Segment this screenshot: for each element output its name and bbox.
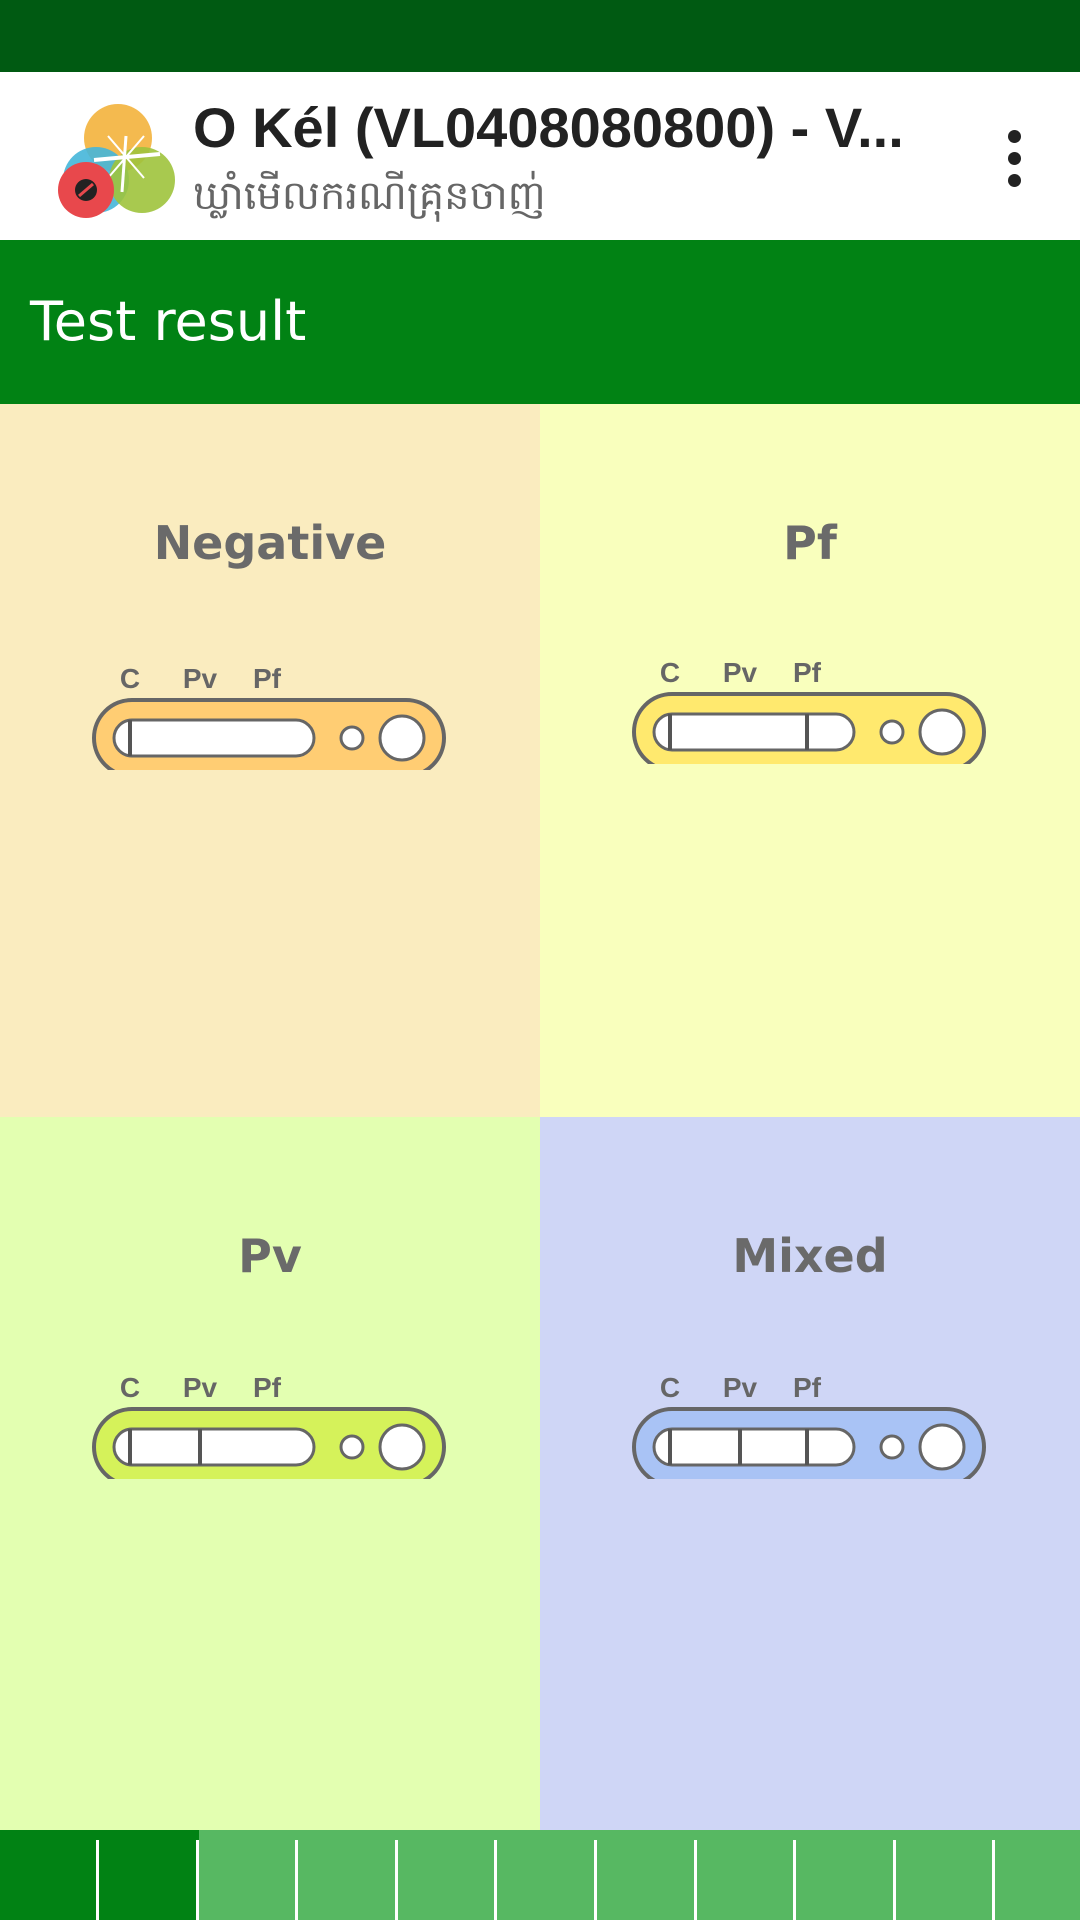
result-option-mixed[interactable]: Mixed C Pv Pf [540,1117,1080,1830]
buffer-well [339,1434,365,1460]
strip-label-pv: Pv [183,1372,218,1403]
strip-label-pv: Pv [183,663,218,694]
progress-step-divider [395,1840,398,1920]
progress-step-divider [494,1840,497,1920]
result-window [652,1427,856,1467]
result-window [112,718,316,758]
more-vertical-icon-dot [1007,173,1021,187]
sample-well [378,1423,426,1471]
strip-label-c: C [120,1372,140,1403]
test-cassette-icon: C Pv Pf [92,1372,446,1479]
result-window [652,712,856,752]
result-option-label: Pv [238,1229,302,1283]
sample-well [378,714,426,762]
more-vertical-icon [1007,129,1021,143]
test-result-grid: Negative C Pv Pf Pf C Pv Pf Pv C Pv Pf Mixed C Pv Pf [0,404,1080,1830]
strip-label-c: C [120,663,140,694]
progress-step-divider [992,1840,995,1920]
app-title: O Kél (VL0408080800) - V... [193,96,904,159]
buffer-well [879,719,905,745]
result-option-label: Negative [153,516,387,570]
progress-step-divider [694,1840,697,1920]
strip-label-c: C [660,657,680,688]
progress-step-divider [196,1840,199,1920]
strip-label-pv: Pv [723,1372,758,1403]
strip-label-pv: Pv [723,657,758,688]
progress-completed [0,1830,199,1920]
result-window [112,1427,316,1467]
progress-step-divider [295,1840,298,1920]
section-title: Test result [30,290,307,353]
strip-label-c: C [660,1372,680,1403]
result-option-label: Mixed [732,1229,888,1283]
progress-step-divider [96,1840,99,1920]
result-option-label: Pf [783,516,837,570]
sample-well [918,1423,966,1471]
buffer-well [339,725,365,751]
malaria-app-logo-icon [58,104,175,218]
progress-step-divider [594,1840,597,1920]
strip-label-pf: Pf [253,663,282,694]
more-options-button[interactable] [984,118,1044,198]
test-cassette-icon: C Pv Pf [632,1372,986,1479]
section-header: Test result [0,240,1080,404]
progress-step-divider [793,1840,796,1920]
test-cassette-icon: C Pv Pf [92,663,446,770]
result-option-pf[interactable]: Pf C Pv Pf [540,404,1080,1117]
progress-step-divider [893,1840,896,1920]
app-subtitle: ឃ្លាំមើលករណីគ្រុនចាញ់ [193,173,546,219]
status-bar [0,0,1080,72]
strip-label-pf: Pf [793,657,822,688]
result-option-pv[interactable]: Pv C Pv Pf [0,1117,540,1830]
sample-well [918,708,966,756]
test-cassette-icon: C Pv Pf [632,657,986,764]
strip-label-pf: Pf [793,1372,822,1403]
strip-label-pf: Pf [253,1372,282,1403]
more-vertical-icon-dot [1007,151,1021,165]
buffer-well [879,1434,905,1460]
progress-footer [0,1830,1080,1920]
app-bar: O Kél (VL0408080800) - V... ឃ្លាំមើលករណី… [0,72,1080,240]
result-option-negative[interactable]: Negative C Pv Pf [0,404,540,1117]
